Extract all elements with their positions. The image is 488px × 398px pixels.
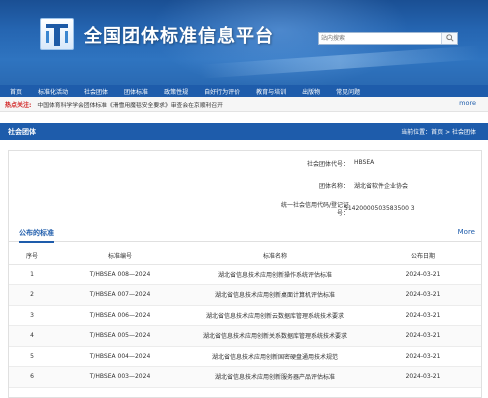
org-name-value: 湖北省软件企业协会 — [354, 183, 409, 190]
nav-item-evaluation[interactable]: 自好行为评价 — [196, 87, 248, 96]
standards-tabs: 公布的标准 More — [9, 226, 481, 243]
table-row: 5 T/HBSEA 004—2024 湖北省信息技术应用创新国密硬盘通用技术规范… — [9, 346, 481, 367]
org-name-row: 团体名称： 湖北省软件企业协会 — [9, 181, 481, 191]
standard-code-link[interactable]: T/HBSEA 008—2024 — [55, 264, 185, 285]
org-credit-label-cont: 号： — [336, 210, 349, 217]
nav-item-policies[interactable]: 政策性规 — [156, 87, 196, 96]
org-detail-panel: 社会团体代号： HBSEA 团体名称： 湖北省软件企业协会 统一社会信用代码/登… — [8, 150, 482, 398]
hot-topic-link[interactable]: 中国体育科学学会团体标准《滑雪用魔毯安全要求》审查会在京顺利召开 — [37, 100, 223, 109]
col-header-name: 标准名称 — [185, 247, 365, 265]
hot-topics-more-link[interactable]: more — [459, 99, 476, 107]
table-row: 4 T/HBSEA 005—2024 湖北省信息技术应用创新关系数据库管理系统技… — [9, 325, 481, 347]
hot-topics-bar: 热点关注: 中国体育科学学会团体标准《滑雪用魔毯安全要求》审查会在京顺利召开 m… — [0, 97, 488, 112]
nav-item-home[interactable]: 首页 — [4, 87, 30, 96]
header-banner: 全国团体标准信息平台 — [0, 0, 488, 85]
org-code-label: 社会团体代号： — [306, 161, 349, 168]
org-credit-value: 51420000503583500 3 — [344, 205, 415, 212]
standard-name-link[interactable]: 湖北省信息技术应用创新国密硬盘通用技术规范 — [185, 346, 365, 367]
standards-table: 序号 标准编号 标准名称 公布日期 1 T/HBSEA 008—2024 湖北省… — [9, 247, 481, 388]
standard-name-link[interactable]: 湖北省信息技术应用创新关系数据库管理系统技术要求 — [185, 325, 365, 347]
col-header-code: 标准编号 — [55, 247, 185, 265]
table-row: 3 T/HBSEA 006—2024 湖北省信息技术应用创新云数据库管理系统技术… — [9, 305, 481, 326]
row-no: 4 — [9, 325, 55, 347]
row-no: 6 — [9, 366, 55, 388]
table-header-row: 序号 标准编号 标准名称 公布日期 — [9, 247, 481, 265]
site-logo-icon[interactable] — [40, 18, 74, 50]
publish-date: 2024-03-21 — [365, 305, 481, 326]
standards-more-link[interactable]: More — [458, 228, 475, 236]
standard-code-link[interactable]: T/HBSEA 004—2024 — [55, 346, 185, 367]
search-icon — [446, 34, 454, 42]
table-row: 6 T/HBSEA 003—2024 湖北省信息技术应用创新服务器产品评估标准 … — [9, 366, 481, 388]
table-row: 2 T/HBSEA 007—2024 湖北省信息技术应用创新桌面计算机评估标准 … — [9, 284, 481, 306]
standard-name-link[interactable]: 湖北省信息技术应用创新桌面计算机评估标准 — [185, 284, 365, 306]
section-title: 社会团体 — [8, 127, 36, 136]
org-name-label: 团体名称： — [318, 183, 349, 190]
section-header: 社会团体 当前位置：首页 > 社会团体 — [0, 123, 488, 140]
search-input[interactable] — [319, 33, 441, 44]
search-box — [318, 32, 458, 45]
nav-item-education[interactable]: 教育与培训 — [248, 87, 294, 96]
standard-name-link[interactable]: 湖北省信息技术应用创新服务器产品评估标准 — [185, 366, 365, 388]
standard-code-link[interactable]: T/HBSEA 005—2024 — [55, 325, 185, 347]
org-code-value: HBSEA — [354, 159, 375, 166]
breadcrumb[interactable]: 当前位置：首页 > 社会团体 — [401, 127, 476, 136]
standard-name-link[interactable]: 湖北省信息技术应用创新云数据库管理系统技术要求 — [185, 305, 365, 326]
nav-item-organizations[interactable]: 社会团体 — [76, 87, 116, 96]
row-no: 3 — [9, 305, 55, 326]
standard-code-link[interactable]: T/HBSEA 007—2024 — [55, 284, 185, 306]
standard-code-link[interactable]: T/HBSEA 006—2024 — [55, 305, 185, 326]
nav-item-group-standards[interactable]: 团体标准 — [116, 87, 156, 96]
main-nav: 首页 标准化活动 社会团体 团体标准 政策性规 自好行为评价 教育与培训 出版物… — [0, 85, 488, 97]
col-header-date: 公布日期 — [365, 247, 481, 265]
row-no: 2 — [9, 284, 55, 306]
table-row: 1 T/HBSEA 008—2024 湖北省信息技术应用创新操作系统评估标准 2… — [9, 264, 481, 285]
nav-item-publications[interactable]: 出版物 — [294, 87, 328, 96]
org-credit-row: 统一社会信用代码/登记证 号： 51420000503583500 3 — [9, 200, 481, 220]
publish-date: 2024-03-21 — [365, 325, 481, 347]
standard-name-link[interactable]: 湖北省信息技术应用创新操作系统评估标准 — [185, 264, 365, 285]
org-code-row: 社会团体代号： HBSEA — [9, 159, 481, 169]
nav-item-standardization[interactable]: 标准化活动 — [30, 87, 76, 96]
hot-topics-label: 热点关注: — [5, 101, 32, 109]
publish-date: 2024-03-21 — [365, 366, 481, 388]
tab-published-standards[interactable]: 公布的标准 — [19, 228, 54, 243]
col-header-no: 序号 — [9, 247, 55, 265]
row-no: 1 — [9, 264, 55, 285]
publish-date: 2024-03-21 — [365, 264, 481, 285]
nav-item-faq[interactable]: 常见问题 — [328, 87, 368, 96]
site-title: 全国团体标准信息平台 — [84, 26, 274, 47]
search-button[interactable] — [441, 33, 457, 44]
publish-date: 2024-03-21 — [365, 284, 481, 306]
publish-date: 2024-03-21 — [365, 346, 481, 367]
row-no: 5 — [9, 346, 55, 367]
standard-code-link[interactable]: T/HBSEA 003—2024 — [55, 366, 185, 388]
